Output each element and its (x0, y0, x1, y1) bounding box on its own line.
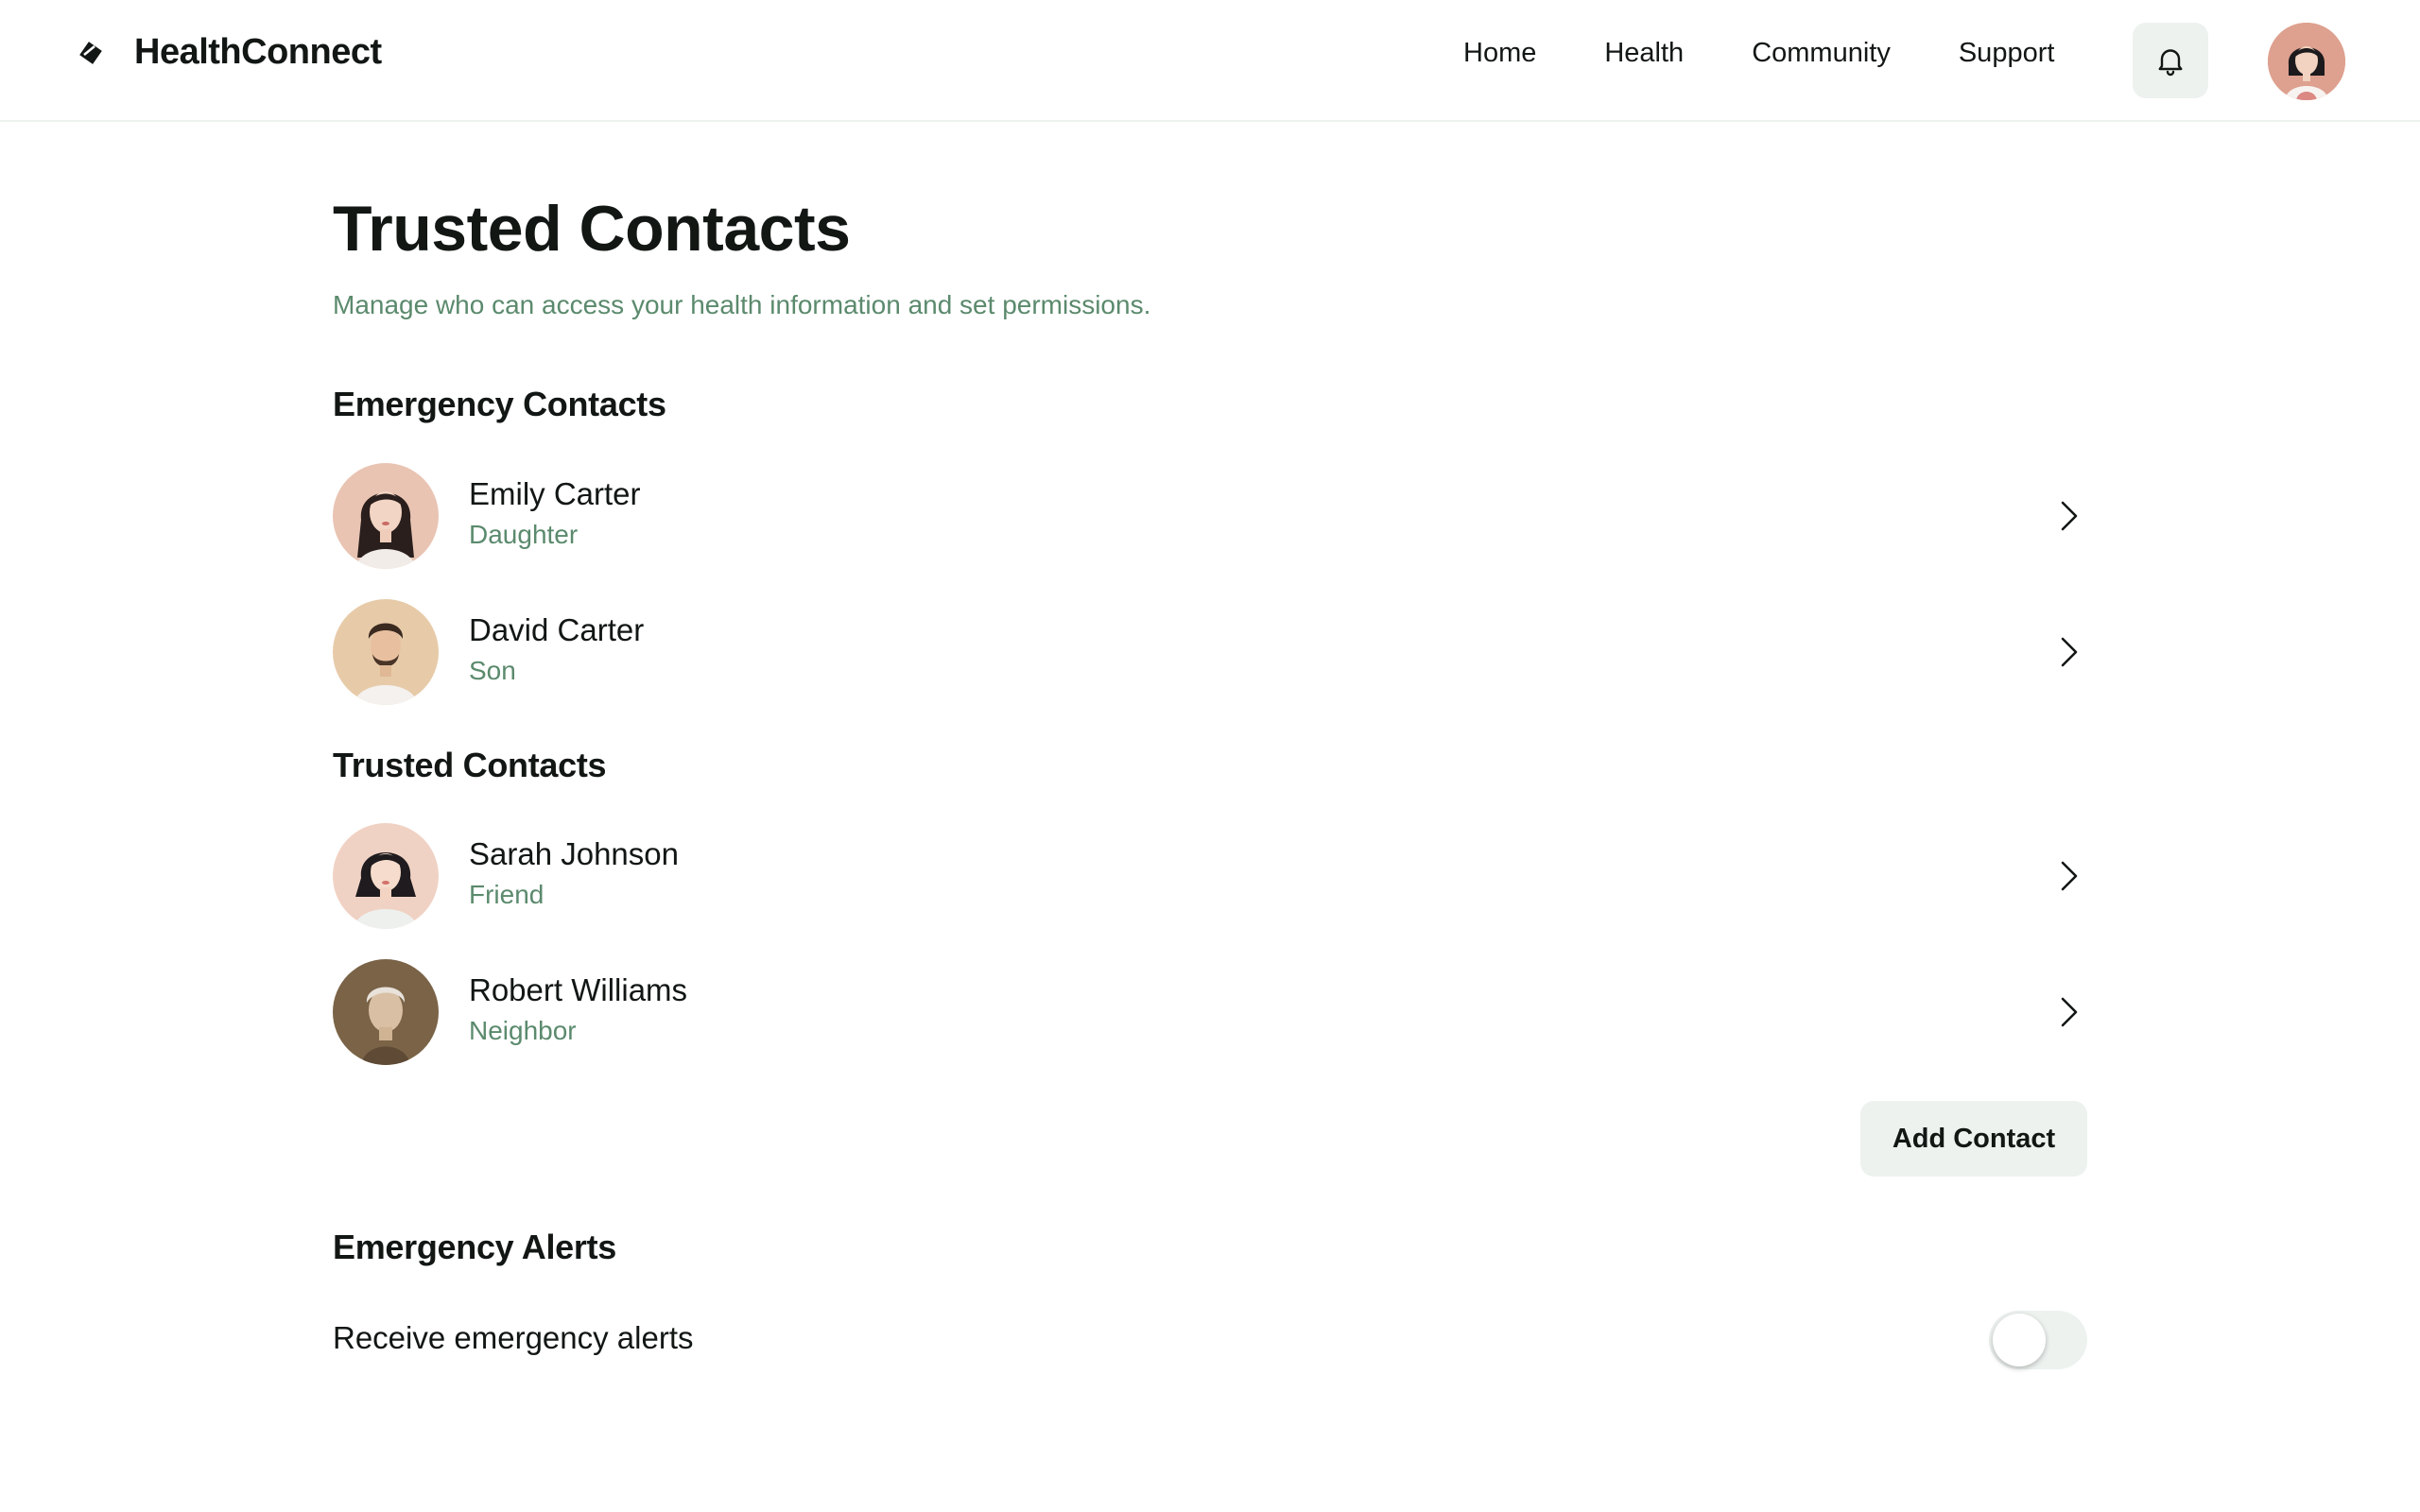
chevron-right-icon (2061, 637, 2078, 667)
contact-row-sarah-johnson[interactable]: Sarah Johnson Friend (333, 823, 2087, 929)
trusted-contacts-heading: Trusted Contacts (333, 746, 607, 784)
nav-support[interactable]: Support (1959, 38, 2055, 69)
add-contact-button[interactable]: Add Contact (1860, 1101, 2087, 1177)
bell-icon (2158, 49, 2183, 77)
toggle-knob (1993, 1314, 2046, 1366)
page-title: Trusted Contacts (333, 193, 851, 265)
emergency-alerts-heading: Emergency Alerts (333, 1228, 617, 1266)
nav-community[interactable]: Community (1752, 38, 1891, 69)
user-avatar-image (2268, 23, 2345, 100)
emergency-contacts-heading: Emergency Contacts (333, 385, 666, 423)
contact-name: Robert Williams (469, 972, 688, 1007)
notifications-button[interactable] (2133, 23, 2208, 98)
leaf-logo-icon (79, 41, 102, 64)
contact-relation: Daughter (469, 520, 579, 549)
chevron-right-icon (2061, 501, 2078, 531)
contact-relation: Son (469, 656, 516, 685)
nav-home[interactable]: Home (1463, 38, 1536, 69)
contact-row-emily-carter[interactable]: Emily Carter Daughter (333, 463, 2087, 569)
contact-row-robert-williams[interactable]: Robert Williams Neighbor (333, 959, 2087, 1065)
avatar (333, 599, 439, 705)
chevron-right-icon (2061, 997, 2078, 1027)
receive-alerts-toggle[interactable] (1989, 1311, 2087, 1369)
contact-name: Sarah Johnson (469, 836, 679, 871)
main-nav: Home Health Community Support (1437, 38, 2122, 69)
app-name: HealthConnect (134, 32, 382, 72)
avatar (333, 823, 439, 929)
contact-row-david-carter[interactable]: David Carter Son (333, 599, 2087, 705)
contact-name: David Carter (469, 612, 645, 647)
nav-health[interactable]: Health (1604, 38, 1684, 69)
contact-relation: Friend (469, 880, 544, 909)
brand[interactable]: HealthConnect (76, 32, 382, 73)
page-subtitle: Manage who can access your health inform… (333, 290, 1151, 319)
chevron-right-icon (2061, 861, 2078, 891)
top-header: HealthConnect Home Health Community Supp… (0, 0, 2420, 122)
avatar (333, 463, 439, 569)
user-avatar[interactable] (2268, 23, 2345, 100)
contact-name: Emily Carter (469, 476, 641, 511)
avatar (333, 959, 439, 1065)
contact-relation: Neighbor (469, 1016, 577, 1045)
receive-alerts-label: Receive emergency alerts (333, 1320, 694, 1355)
